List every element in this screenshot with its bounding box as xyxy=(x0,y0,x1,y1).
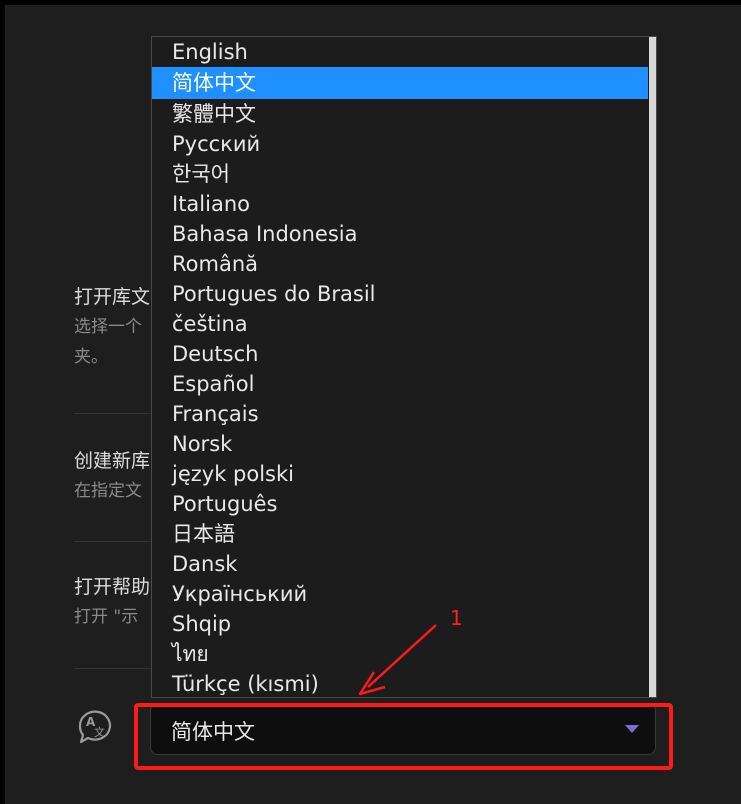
language-select-value: 简体中文 xyxy=(171,720,255,744)
language-option[interactable]: Dansk xyxy=(152,549,648,579)
language-option[interactable]: Русский xyxy=(152,129,648,159)
language-option[interactable]: Español xyxy=(152,369,648,399)
language-option[interactable]: Shqip xyxy=(152,609,648,639)
language-option[interactable]: Português xyxy=(152,489,648,519)
language-dropdown[interactable]: English 简体中文 繁體中文 Русский 한국어 Italiano Bahasa … xyxy=(151,36,657,698)
language-option[interactable]: Türkçe (kısmi) xyxy=(152,669,648,697)
language-option[interactable]: Український xyxy=(152,579,648,609)
language-option[interactable]: Română xyxy=(152,249,648,279)
language-option[interactable]: 繁體中文 xyxy=(152,99,648,129)
language-select[interactable]: 简体中文 xyxy=(150,703,656,755)
language-option[interactable]: Deutsch xyxy=(152,339,648,369)
dropdown-scrollbar[interactable] xyxy=(649,37,656,697)
language-option[interactable]: Italiano xyxy=(152,189,648,219)
caret-down-icon[interactable] xyxy=(625,725,639,733)
language-option[interactable]: 简体中文 xyxy=(152,67,648,99)
svg-text:文: 文 xyxy=(94,725,105,739)
language-option[interactable]: English xyxy=(152,37,648,67)
language-option[interactable]: język polski xyxy=(152,459,648,489)
language-option[interactable]: Français xyxy=(152,399,648,429)
language-option[interactable]: 한국어 xyxy=(152,159,648,189)
language-option[interactable]: Norsk xyxy=(152,429,648,459)
language-option[interactable]: 日本語 xyxy=(152,519,648,549)
language-option[interactable]: Bahasa Indonesia xyxy=(152,219,648,249)
language-option[interactable]: Portugues do Brasil xyxy=(152,279,648,309)
language-option[interactable]: ไทย xyxy=(152,639,648,669)
annotation-number: 1 xyxy=(450,606,463,630)
language-option[interactable]: čeština xyxy=(152,309,648,339)
translate-icon: A 文 xyxy=(74,706,118,750)
